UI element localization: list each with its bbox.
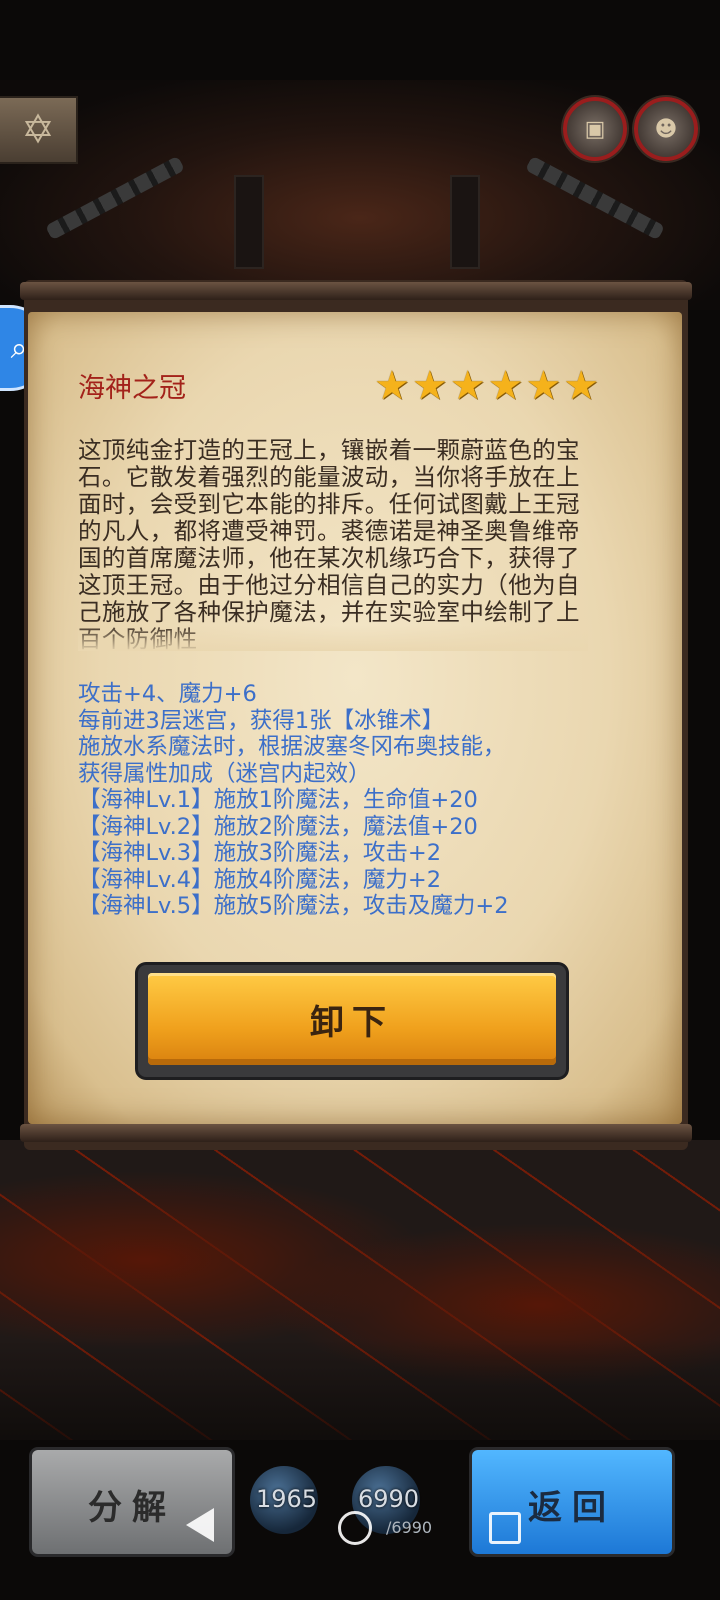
- scroll-rod-bottom: [20, 1124, 692, 1142]
- nav-back-icon[interactable]: [186, 1508, 214, 1542]
- pillar-decoration-left: [234, 175, 264, 269]
- effect-line: 【海神Lv.3】施放3阶魔法，攻击+2: [78, 840, 442, 866]
- hexagram-icon[interactable]: ✡: [0, 96, 78, 164]
- effect-line: 获得属性加成（迷宫内起效）: [78, 760, 371, 787]
- effect-line: 施放水系魔法时，根据波塞冬冈布奥技能，: [78, 734, 506, 760]
- pillar-decoration-right: [450, 175, 480, 269]
- item-effects: 攻击+4、魔力+6 每前进3层迷宫，获得1张【冰锥术】 施放水系魔法时，根据波塞…: [78, 681, 618, 920]
- item-description-scroll[interactable]: 这顶纯金打造的王冠上，镶嵌着一颗蔚蓝色的宝石。它散发着强烈的能量波动，当你将手放…: [78, 437, 588, 651]
- star-icon: ★: [449, 363, 486, 409]
- item-name: 海神之冠: [78, 373, 186, 404]
- effect-line: 【海神Lv.4】施放4阶魔法，魔力+2: [78, 866, 442, 893]
- effect-line: 【海神Lv.1】施放1阶魔法，生命值+20: [78, 787, 478, 813]
- nav-home-icon[interactable]: [338, 1511, 372, 1545]
- effect-line: 【海神Lv.2】施放2阶魔法，魔法值+20: [78, 813, 478, 840]
- scroll-rod-top: [20, 282, 692, 300]
- merchant-icon[interactable]: ☻: [634, 97, 698, 161]
- description-fade: [78, 625, 588, 651]
- nav-recents-icon[interactable]: [489, 1512, 521, 1544]
- star-icon: ★: [374, 363, 410, 409]
- star-icon: ★: [563, 363, 600, 409]
- system-nav-bar: [0, 1490, 720, 1570]
- unequip-button-label: 卸下: [148, 973, 556, 1065]
- item-description: 这顶纯金打造的王冠上，镶嵌着一颗蔚蓝色的宝石。它散发着强烈的能量波动，当你将手放…: [78, 437, 580, 651]
- item-rating: ★ ★ ★ ★ ★ ★: [374, 366, 599, 406]
- star-icon: ★: [525, 363, 562, 409]
- chest-icon[interactable]: ▣: [563, 97, 627, 161]
- unequip-button[interactable]: 卸下: [138, 965, 566, 1077]
- effect-line: 每前进3层迷宫，获得1张【冰锥术】: [78, 707, 445, 734]
- effect-line: 攻击+4、魔力+6: [78, 681, 257, 707]
- star-icon: ★: [411, 363, 448, 409]
- star-icon: ★: [487, 363, 524, 409]
- effect-line: 【海神Lv.5】施放5阶魔法，攻击及魔力+2: [78, 893, 509, 919]
